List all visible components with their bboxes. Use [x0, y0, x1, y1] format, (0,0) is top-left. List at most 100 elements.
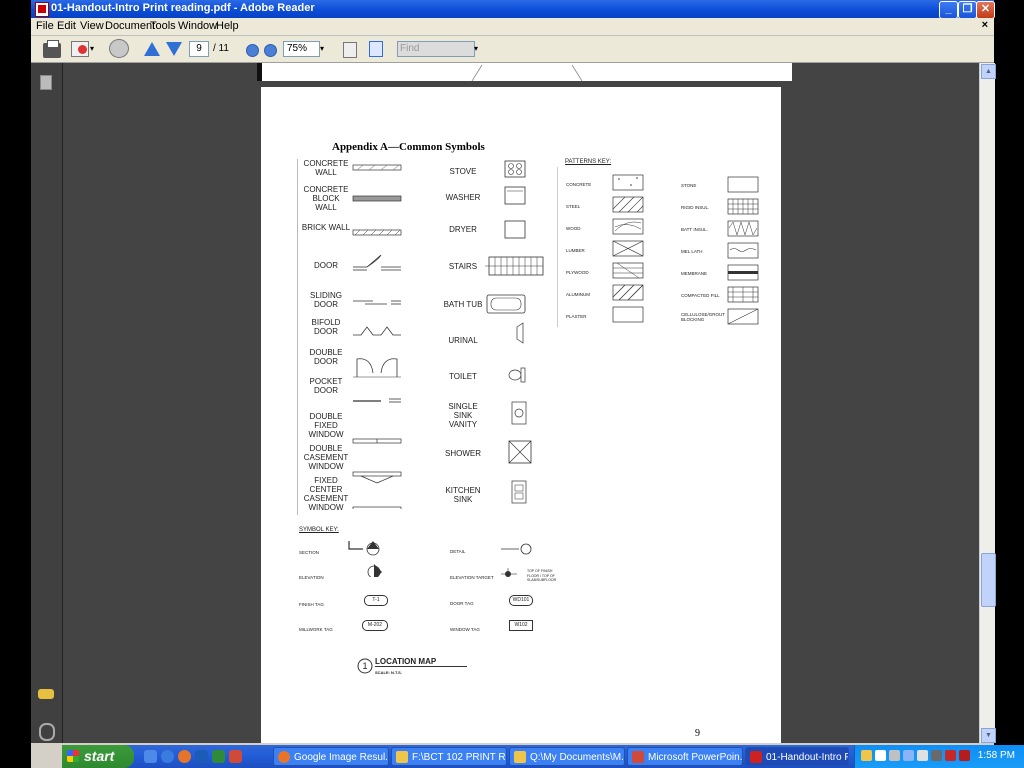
desktop-quicklaunch-icon[interactable] — [144, 750, 157, 763]
comments-panel-icon[interactable] — [38, 689, 54, 699]
menu-window[interactable]: Window — [178, 20, 217, 32]
window-title: 01-Handout-Intro Print reading.pdf - Ado… — [51, 2, 315, 14]
previous-page-bottom — [257, 63, 792, 82]
firefox-icon — [278, 751, 290, 763]
windows-flag-icon — [67, 750, 79, 762]
middle-column-symbols — [485, 160, 544, 504]
tray-icon-3[interactable] — [889, 750, 900, 761]
firefox-quicklaunch-icon[interactable] — [178, 750, 191, 763]
previous-page-icon[interactable] — [144, 42, 160, 56]
menu-tools[interactable]: Tools — [150, 20, 176, 32]
menu-document[interactable]: Document — [105, 20, 155, 32]
next-page-icon[interactable] — [166, 42, 182, 56]
pattern-label-concrete: CONCRETE — [566, 182, 592, 187]
tray-icon-1[interactable] — [861, 750, 872, 761]
pattern-label-steel: STEEL — [566, 204, 581, 209]
label-single-sink-vanity: SINGLE SINK VANITY — [448, 402, 478, 429]
label-concrete-wall: CONCRETE WALL — [303, 159, 349, 177]
page-total-label: / 11 — [213, 43, 229, 54]
task-label: Google Image Resul... — [294, 752, 389, 763]
tray-icon-7[interactable] — [945, 750, 956, 761]
pdf-icon — [750, 751, 762, 763]
label-pocket-door: POCKET DOOR — [309, 377, 343, 395]
scroll-thumb[interactable] — [981, 553, 996, 607]
appendix-title: Appendix A—Common Symbols — [332, 141, 485, 153]
tray-icon-6[interactable] — [931, 750, 942, 761]
door-tag-symbol: WD101 — [509, 595, 533, 606]
window-tag-symbol: W102 — [509, 620, 533, 631]
zoom-level-field[interactable]: 75% — [283, 41, 320, 57]
vertical-scrollbar[interactable]: ▲ ▼ — [979, 63, 996, 743]
search-document-icon[interactable] — [109, 39, 129, 58]
label-bifold-door: BIFOLD DOOR — [311, 318, 341, 336]
task-label: Q:\My Documents\M... — [530, 752, 625, 763]
menu-view[interactable]: View — [80, 20, 104, 32]
label-door: DOOR — [314, 261, 338, 270]
finish-tag-symbol: T-1 — [364, 595, 388, 606]
patterns-key-rule — [557, 167, 558, 327]
tray-icon-5[interactable] — [917, 750, 928, 761]
page-number-input[interactable]: 9 — [189, 41, 209, 57]
print-icon[interactable] — [43, 40, 61, 58]
location-map-label: LOCATION MAP — [375, 657, 467, 667]
excel-quicklaunch-icon[interactable] — [212, 750, 225, 763]
task-powerpoint[interactable]: Microsoft PowerPoin... — [627, 747, 743, 766]
tray-icon-4[interactable] — [903, 750, 914, 761]
taskbar: start Google Image Resul... F:\BCT 102 P… — [62, 745, 1024, 768]
zoom-in-icon[interactable] — [264, 44, 277, 57]
page-number: 9 — [695, 728, 700, 739]
close-button[interactable]: ✕ — [976, 1, 995, 19]
minimize-button[interactable]: _ — [939, 1, 958, 19]
ie-quicklaunch-icon[interactable] — [161, 750, 174, 763]
task-label: Microsoft PowerPoin... — [648, 752, 743, 763]
close-document-button[interactable]: × — [982, 19, 988, 31]
label-double-casement-window: DOUBLE CASEMENT WINDOW — [303, 444, 349, 471]
symbol-label-door-tag: DOOR TAG — [450, 601, 474, 606]
folder-icon — [396, 751, 408, 763]
document-view[interactable]: Appendix A—Common Symbols CONCRETE WALL … — [63, 63, 979, 743]
menu-bar: File Edit View Document Tools Window Hel… — [31, 18, 994, 36]
powerpoint-quicklaunch-icon[interactable] — [229, 750, 242, 763]
task-adobe-reader[interactable]: 01-Handout-Intro Pr... — [745, 747, 849, 766]
find-dropdown-chevron-icon[interactable]: ▾ — [474, 44, 478, 61]
previous-page-lines — [471, 64, 583, 82]
start-button[interactable]: start — [62, 745, 134, 768]
task-label: 01-Handout-Intro Pr... — [766, 752, 848, 763]
label-brick-wall: BRICK WALL — [301, 223, 351, 232]
menu-file[interactable]: File — [36, 20, 54, 32]
task-bct-folder[interactable]: F:\BCT 102 PRINT R... — [391, 747, 507, 766]
zoom-out-icon[interactable] — [246, 44, 259, 57]
toolbar: ▾ 9 / 11 75% ▾ Find ▾ — [31, 36, 994, 63]
word-quicklaunch-icon[interactable] — [195, 750, 208, 763]
label-bath-tub: BATH TUB — [443, 300, 483, 309]
symbol-label-elevation: ELEVATION — [299, 575, 324, 580]
symbol-label-millwork-tag: MILLWORK TAG — [299, 627, 333, 632]
pages-panel-icon[interactable] — [40, 75, 52, 90]
scroll-down-icon[interactable]: ▼ — [981, 728, 996, 743]
menu-edit[interactable]: Edit — [57, 20, 76, 32]
email-dropdown-chevron-icon[interactable]: ▾ — [90, 44, 94, 61]
restore-button[interactable]: ❐ — [958, 1, 977, 19]
zoom-dropdown-chevron-icon[interactable]: ▾ — [320, 44, 324, 61]
tray-icon-2[interactable] — [875, 750, 886, 761]
fit-width-icon[interactable] — [369, 41, 383, 57]
task-google-image[interactable]: Google Image Resul... — [273, 747, 389, 766]
pattern-label-plaster: PLASTER — [566, 314, 587, 319]
clock[interactable]: 1:58 PM — [978, 750, 1015, 761]
find-input[interactable]: Find — [397, 41, 475, 57]
symbol-label-finish-tag: FINISH TAG — [299, 602, 324, 607]
title-bar[interactable]: 01-Handout-Intro Print reading.pdf - Ado… — [31, 0, 995, 19]
fit-page-icon[interactable] — [343, 42, 357, 58]
scroll-up-icon[interactable]: ▲ — [981, 64, 996, 79]
symbol-key-title: SYMBOL KEY: — [299, 527, 339, 533]
pattern-label-aluminum: ALUMINUM — [566, 292, 591, 297]
tray-icon-8[interactable] — [959, 750, 970, 761]
label-fixed-center-casement-window: FIXED CENTER CASEMENT WINDOW — [303, 476, 349, 512]
powerpoint-icon — [632, 751, 644, 763]
attachments-paperclip-icon[interactable] — [39, 723, 55, 741]
menu-help[interactable]: Help — [216, 20, 239, 32]
task-my-documents[interactable]: Q:\My Documents\M... — [509, 747, 625, 766]
location-map-scale: SCALE: N.T.S. — [375, 670, 402, 675]
email-icon[interactable] — [71, 41, 89, 57]
location-map-number: 1 — [362, 661, 368, 671]
